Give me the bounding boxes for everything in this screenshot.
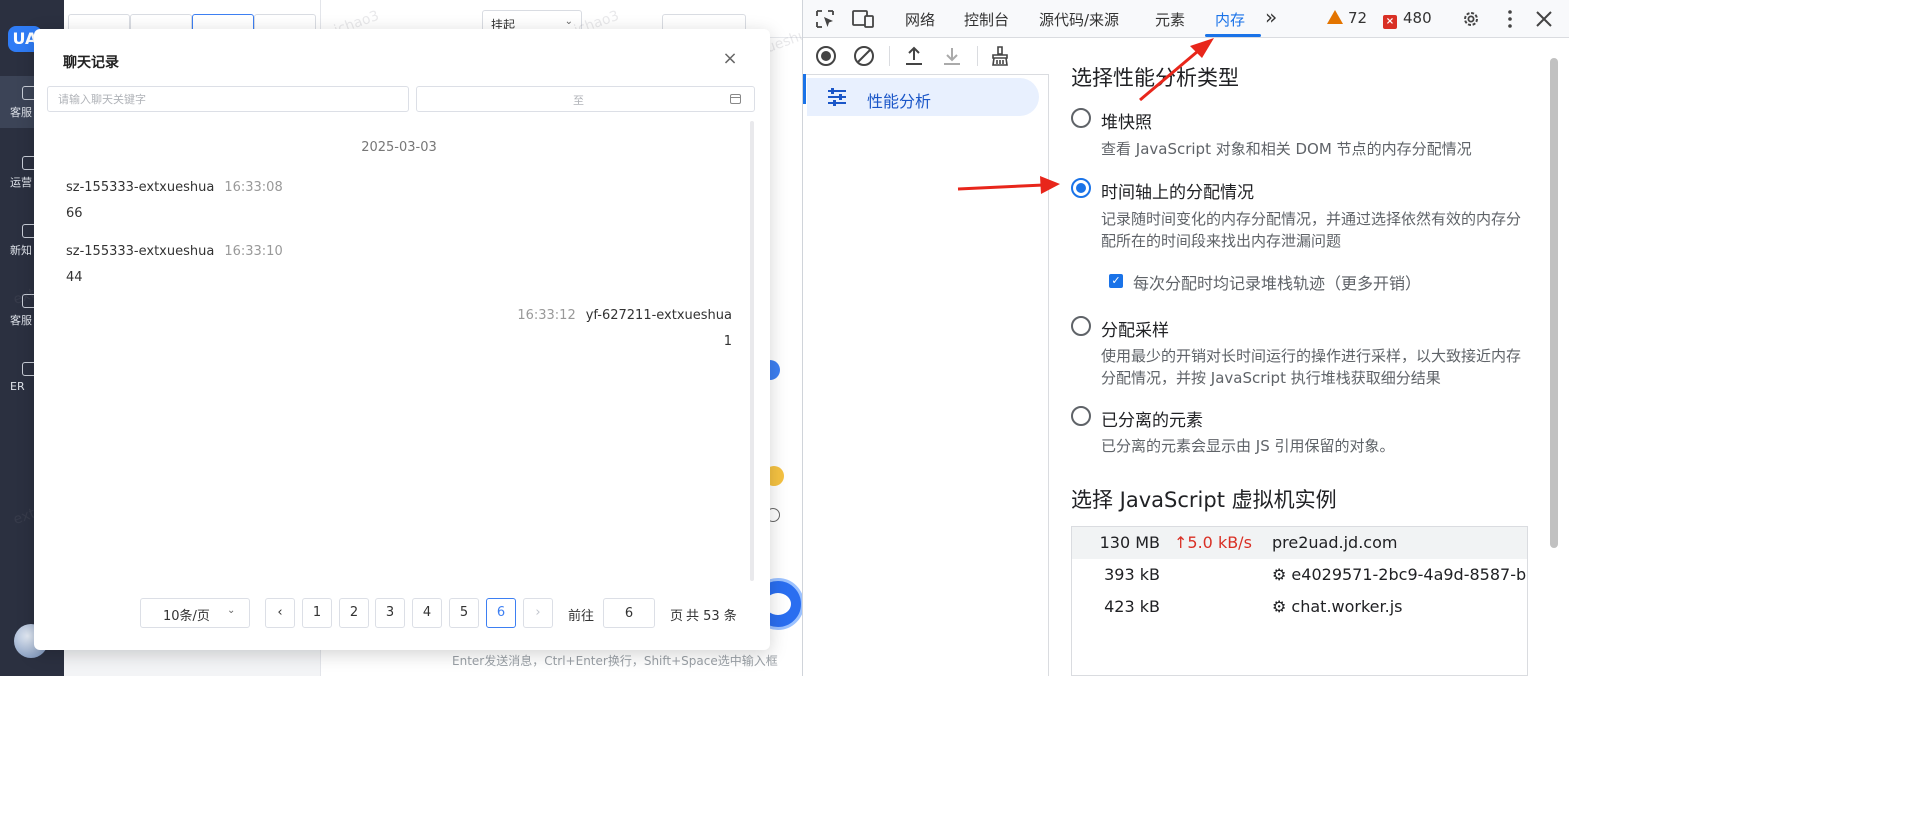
annotation-arrow-memory-tab: [1139, 44, 1205, 102]
annotation-arrows: [957, 38, 1214, 194]
annotation-arrow-timeline-option: [957, 183, 1045, 191]
annotation-arrowhead: [1040, 176, 1060, 194]
